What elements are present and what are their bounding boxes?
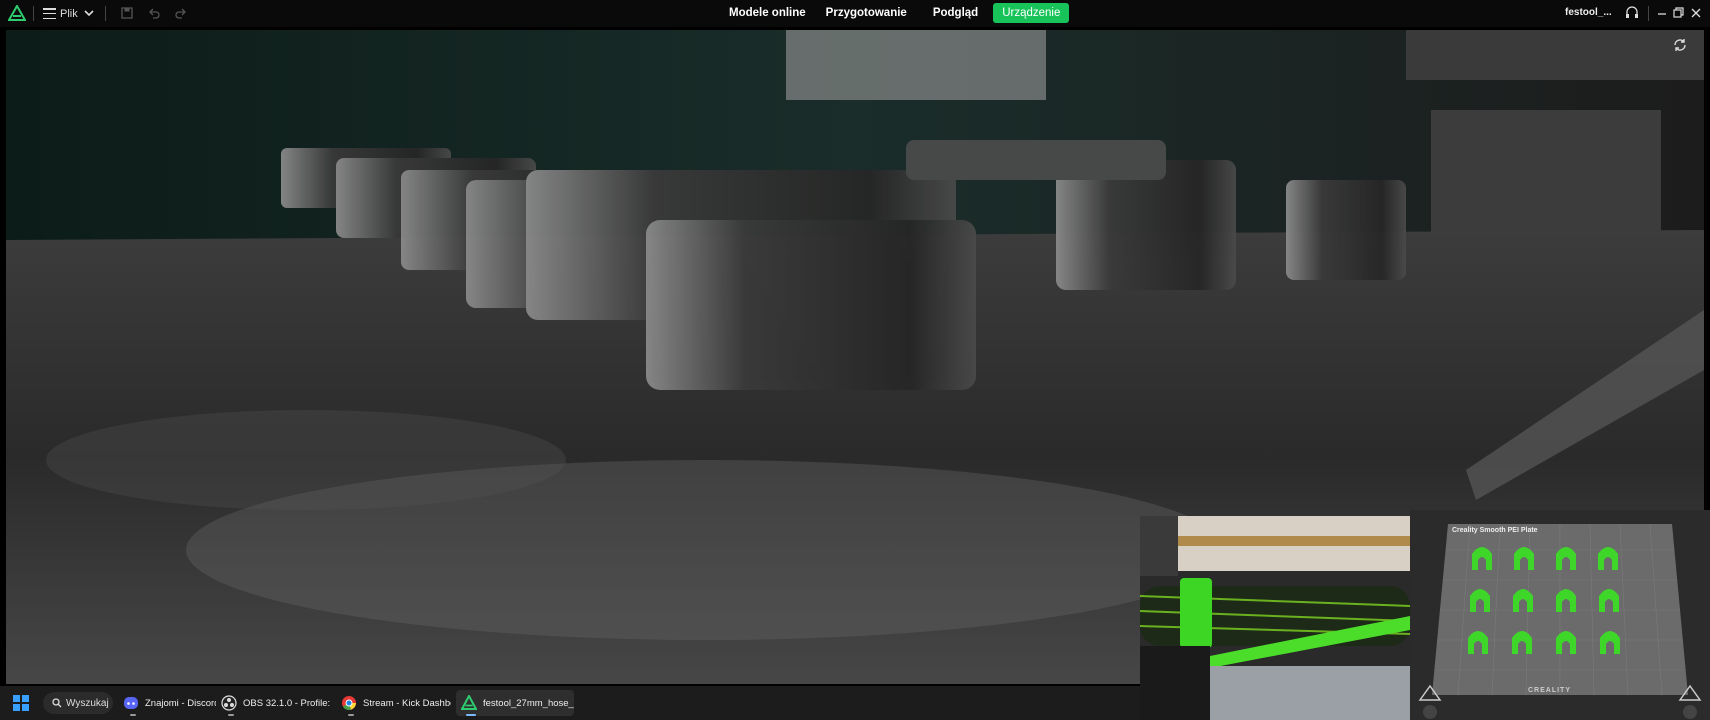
taskbar-app-label: OBS 32.1.0 - Profile: Bez bbox=[243, 697, 331, 709]
taskbar-app-discord[interactable]: Znajomi - Discord bbox=[118, 690, 216, 716]
support-headset-icon[interactable] bbox=[1625, 5, 1639, 21]
taskbar-app-label: Stream - Kick Dashboar bbox=[363, 697, 451, 709]
search-label: Wyszukaj bbox=[66, 697, 109, 709]
running-indicator bbox=[348, 714, 354, 716]
tab-podglad[interactable]: Podgląd bbox=[924, 3, 987, 23]
taskbar-search-button[interactable]: Wyszukaj bbox=[43, 692, 113, 714]
chrome-icon bbox=[342, 696, 356, 711]
project-filename: festool_... bbox=[1565, 7, 1612, 18]
refresh-icon[interactable] bbox=[1672, 37, 1688, 53]
separator bbox=[1648, 6, 1649, 21]
file-menu-button[interactable]: Plik bbox=[43, 5, 78, 22]
discord-icon bbox=[124, 697, 138, 709]
taskbar-app-chrome[interactable]: Stream - Kick Dashboar bbox=[336, 690, 451, 716]
running-indicator bbox=[228, 714, 234, 716]
webcam-overlay bbox=[1140, 516, 1410, 720]
windows-start-icon[interactable] bbox=[13, 695, 29, 711]
separator bbox=[105, 6, 106, 21]
separator bbox=[33, 6, 34, 21]
plate-name: Creality Smooth PEI Plate bbox=[1452, 527, 1538, 534]
creality-print-icon bbox=[461, 695, 477, 710]
creality-logo-icon[interactable] bbox=[8, 5, 26, 21]
undo-icon[interactable] bbox=[147, 6, 161, 20]
webcam-image bbox=[1140, 516, 1410, 720]
taskbar-app-label: festool_27mm_hose_cab bbox=[483, 697, 574, 709]
file-menu-label: Plik bbox=[60, 7, 78, 20]
taskbar-app-obs[interactable]: OBS 32.1.0 - Profile: Bez bbox=[216, 690, 331, 716]
tab-urzadzenie[interactable]: Urządzenie bbox=[993, 3, 1070, 23]
redo-icon[interactable] bbox=[174, 6, 188, 20]
hamburger-icon bbox=[43, 8, 56, 19]
chevron-down-icon[interactable] bbox=[82, 6, 96, 20]
tab-przygotowanie[interactable]: Przygotowanie bbox=[817, 3, 916, 23]
tab-modele-online[interactable]: Modele online bbox=[720, 3, 815, 23]
active-indicator bbox=[466, 714, 476, 716]
close-icon[interactable] bbox=[1689, 5, 1703, 21]
obs-icon bbox=[221, 695, 237, 711]
restore-icon[interactable] bbox=[1671, 5, 1685, 21]
running-indicator bbox=[130, 714, 136, 716]
slicer-preview-overlay: Creality Smooth PEI Plate CREALITY bbox=[1410, 510, 1710, 720]
windows-taskbar: Wyszukaj Znajomi - Discord OBS 32.1.0 - … bbox=[0, 686, 1140, 720]
taskbar-app-creality-print[interactable]: festool_27mm_hose_cab bbox=[456, 690, 574, 716]
save-icon[interactable] bbox=[120, 6, 134, 20]
main-tabs: Modele online Przygotowanie Podgląd Urzą… bbox=[720, 2, 1070, 24]
search-icon bbox=[52, 698, 62, 708]
minimize-icon[interactable] bbox=[1655, 5, 1669, 21]
plate-brand: CREALITY bbox=[1528, 687, 1571, 694]
title-bar: Plik Modele online Przygotowanie Podgląd… bbox=[0, 0, 1710, 27]
taskbar-app-label: Znajomi - Discord bbox=[145, 697, 216, 709]
